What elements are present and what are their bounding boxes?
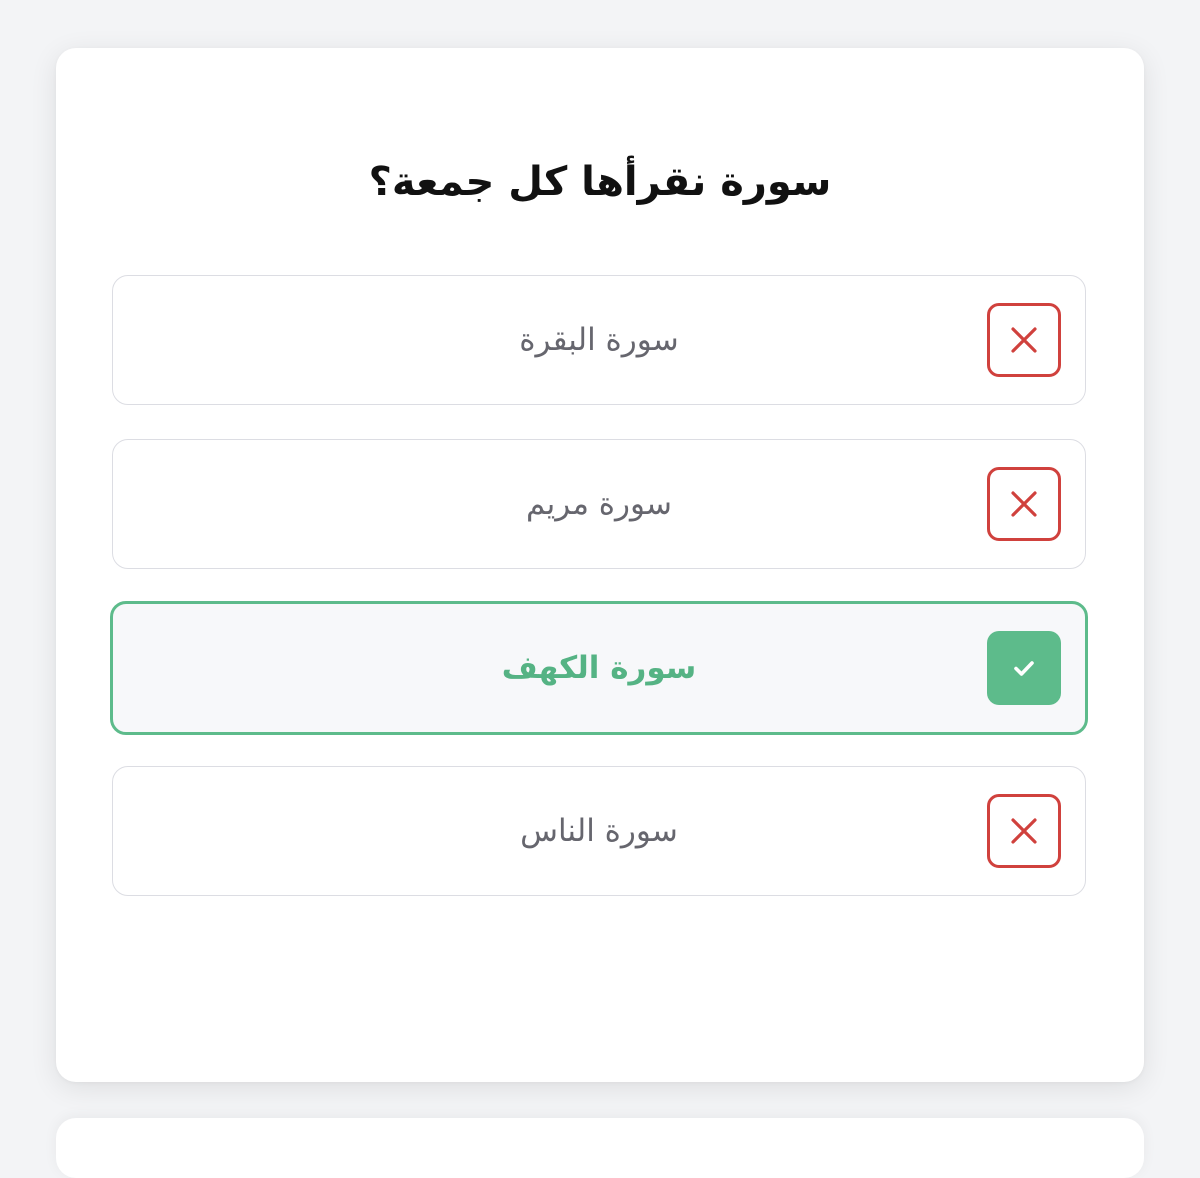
x-icon <box>987 467 1061 541</box>
next-card-peek <box>56 1118 1144 1178</box>
answer-option-baqarah[interactable]: سورة البقرة <box>112 275 1086 405</box>
answer-option-nas[interactable]: سورة الناس <box>112 766 1086 896</box>
answer-option-label: سورة الناس <box>520 813 678 849</box>
answer-option-label: سورة الكهف <box>501 650 697 686</box>
x-icon <box>987 303 1061 377</box>
check-icon <box>987 631 1061 705</box>
answer-option-maryam[interactable]: سورة مريم <box>112 439 1086 569</box>
answer-option-label: سورة مريم <box>525 486 673 522</box>
answer-option-label: سورة البقرة <box>519 322 679 358</box>
quiz-card: سورة نقرأها كل جمعة؟ سورة البقرة سورة مر… <box>56 48 1144 1082</box>
x-icon <box>987 794 1061 868</box>
question-title: سورة نقرأها كل جمعة؟ <box>368 159 832 205</box>
answer-option-kahf[interactable]: سورة الكهف <box>110 601 1088 735</box>
